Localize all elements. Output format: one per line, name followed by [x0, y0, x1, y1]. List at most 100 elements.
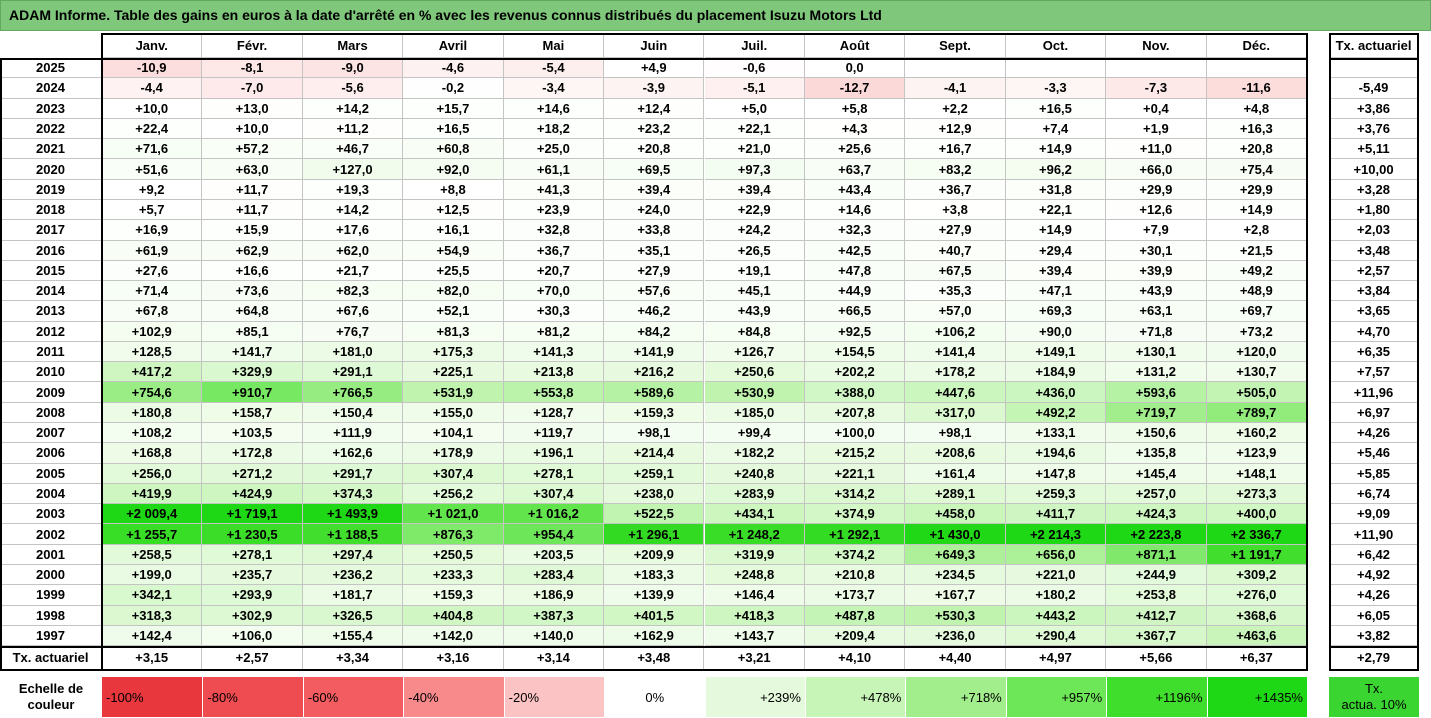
heatmap-cell: +61,1 [503, 159, 605, 180]
row-label-year: 2007 [0, 423, 102, 444]
heatmap-cell: +7,4 [1005, 118, 1107, 140]
heatmap-cell: +1,9 [1106, 118, 1207, 140]
row-label-year: 2001 [0, 544, 102, 565]
heatmap-cell: +10,0 [102, 98, 203, 119]
column-header: Déc. [1206, 33, 1307, 58]
heatmap-cell: +207,8 [804, 402, 906, 424]
heatmap-cell: +492,2 [1005, 402, 1107, 424]
heatmap-cell: +183,3 [604, 565, 705, 586]
heatmap-cell: +522,5 [604, 504, 705, 525]
heatmap-cell: +22,1 [1005, 199, 1107, 221]
heatmap-cell: +290,4 [1005, 625, 1107, 647]
tx-actuariel-cell: +3,84 [1329, 281, 1419, 302]
heatmap-cell: +209,4 [804, 625, 906, 647]
row-label-year: 1999 [0, 585, 102, 606]
heatmap-cell: +27,9 [604, 260, 705, 282]
heatmap-cell: +278,1 [503, 463, 605, 484]
heatmap-cell: +719,7 [1106, 402, 1207, 424]
heatmap-cell: +18,2 [503, 118, 605, 140]
heatmap-cell: +178,9 [403, 443, 504, 464]
heatmap-cell: +39,4 [604, 179, 705, 200]
tx-actuariel-cell: +4,70 [1329, 321, 1419, 342]
heatmap-cell: +23,9 [503, 199, 605, 221]
heatmap-cell: +168,8 [102, 443, 203, 464]
tx-actuariel-cell: +6,97 [1329, 402, 1419, 424]
heatmap-cell: +98,1 [604, 423, 705, 444]
heatmap-cell: +35,1 [604, 240, 705, 261]
heatmap-cell: +314,2 [804, 483, 906, 505]
row-label-year: 1998 [0, 605, 102, 626]
heatmap-cell: +15,7 [403, 98, 504, 119]
heatmap-cell: +309,2 [1206, 565, 1307, 586]
heatmap-cell: +43,9 [1106, 281, 1207, 302]
column-header: Juin [604, 33, 705, 58]
heatmap-cell: +162,6 [302, 443, 404, 464]
heatmap-cell: +15,9 [202, 220, 303, 241]
heatmap-cell: +161,4 [905, 463, 1006, 484]
row-label-year: 2025 [0, 58, 102, 79]
heatmap-cell: -12,7 [804, 78, 906, 99]
heatmap-cell: -0,6 [704, 58, 805, 79]
heatmap-cell: +27,9 [905, 220, 1006, 241]
heatmap-cell: +21,5 [1206, 240, 1307, 261]
heatmap-cell: +2,8 [1206, 220, 1307, 241]
column-header: Août [804, 33, 906, 58]
heatmap-cell: -5,1 [704, 78, 805, 99]
heatmap-cell: +302,9 [202, 605, 303, 626]
heatmap-cell: +33,8 [604, 220, 705, 241]
color-scale-swatch: -80% [202, 677, 303, 717]
heatmap-cell: +22,4 [102, 118, 203, 140]
heatmap-cell: +318,3 [102, 605, 203, 626]
heatmap-cell: +14,6 [503, 98, 605, 119]
heatmap-cell: +16,5 [1005, 98, 1107, 119]
heatmap-cell: +1 430,0 [905, 524, 1006, 545]
heatmap-cell: +62,9 [202, 240, 303, 261]
heatmap-cell: +24,2 [704, 220, 805, 241]
heatmap-cell: +1 188,5 [302, 524, 404, 545]
heatmap-cell: +43,9 [704, 301, 805, 322]
total-row-cell: +5,66 [1106, 646, 1207, 670]
heatmap-cell: +374,9 [804, 504, 906, 525]
heatmap-cell: +256,0 [102, 463, 203, 484]
heatmap-cell: +103,5 [202, 423, 303, 444]
tx-actuariel-cell: +4,92 [1329, 565, 1419, 586]
tx-actuariel-cell: +9,09 [1329, 504, 1419, 525]
heatmap-cell: +236,2 [302, 565, 404, 586]
heatmap-cell: +17,6 [302, 220, 404, 241]
color-scale-swatch: +957% [1005, 677, 1107, 717]
heatmap-cell: +120,0 [1206, 341, 1307, 363]
heatmap-cell: +291,1 [302, 362, 404, 383]
heatmap-cell: -9,0 [302, 58, 404, 79]
heatmap-cell: +71,6 [102, 139, 203, 160]
heatmap-cell: +63,7 [804, 159, 906, 180]
heatmap-cell: +128,5 [102, 341, 203, 363]
heatmap-cell: +62,0 [302, 240, 404, 261]
column-header-tx-actuariel: Tx. actuariel [1329, 33, 1419, 58]
heatmap-cell: +404,8 [403, 605, 504, 626]
heatmap-cell: +40,7 [905, 240, 1006, 261]
heatmap-cell: +14,9 [1005, 139, 1107, 160]
heatmap-cell: +2 009,4 [102, 504, 203, 525]
heatmap-cell: +278,1 [202, 544, 303, 565]
heatmap-cell: +5,7 [102, 199, 203, 221]
heatmap-cell: +4,8 [1206, 98, 1307, 119]
heatmap-cell: +133,1 [1005, 423, 1107, 444]
heatmap-cell: +25,0 [503, 139, 605, 160]
heatmap-cell: +167,7 [905, 585, 1006, 606]
heatmap-cell: +19,3 [302, 179, 404, 200]
heatmap-cell: +47,1 [1005, 281, 1107, 302]
heatmap-cell: +258,5 [102, 544, 203, 565]
heatmap-cell: +39,4 [1005, 260, 1107, 282]
tx-actuariel-cell: +11,90 [1329, 524, 1419, 545]
heatmap-cell: +21,7 [302, 260, 404, 282]
heatmap-cell: +81,3 [403, 321, 504, 342]
row-label-year: 2006 [0, 443, 102, 464]
heatmap-cell: +67,6 [302, 301, 404, 322]
heatmap-cell: +2 223,8 [1106, 524, 1207, 545]
row-label-year: 2021 [0, 139, 102, 160]
heatmap-cell: +8,8 [403, 179, 504, 200]
heatmap-cell [1206, 58, 1307, 79]
color-scale-swatch: 0% [604, 677, 705, 717]
heatmap-cell: +158,7 [202, 402, 303, 424]
heatmap-cell: +64,8 [202, 301, 303, 322]
